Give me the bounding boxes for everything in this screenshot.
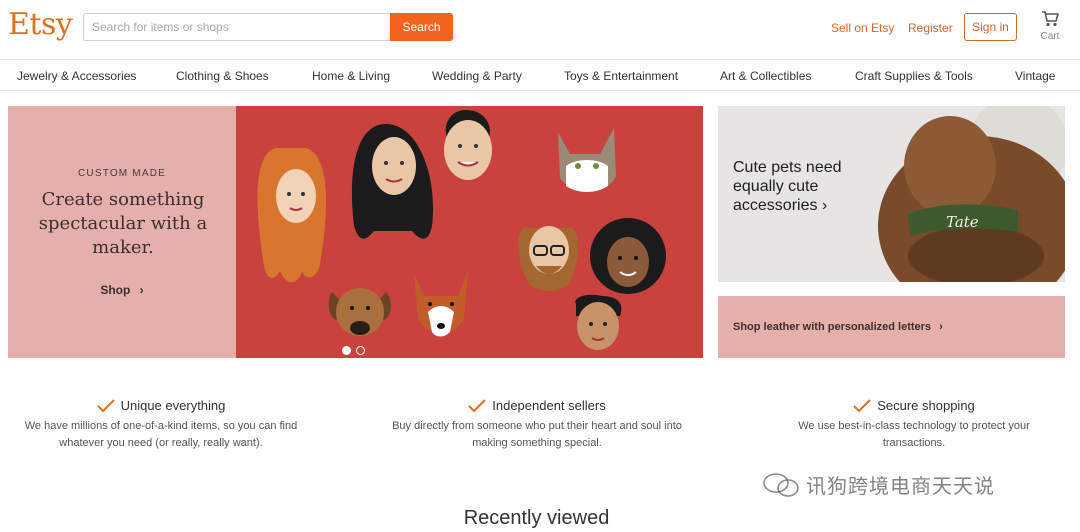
carousel-dot-2[interactable] [356, 346, 365, 355]
cart-label: Cart [1040, 31, 1060, 42]
value-prop-title: Unique everything [120, 398, 226, 413]
pin-man [444, 110, 492, 180]
hero-shop-link[interactable]: Shop › [8, 283, 236, 297]
hero-text-panel: CUSTOM MADE Create something spectacular… [8, 106, 236, 358]
etsy-logo[interactable]: Etsy [8, 7, 73, 42]
pin-boy [575, 294, 622, 350]
leather-promo-panel[interactable]: Shop leather with personalized letters › [718, 296, 1065, 358]
carousel-dot-1[interactable] [342, 346, 351, 355]
value-prop-body: We use best-in-class technology to prote… [798, 420, 1030, 449]
hero-shop-label: Shop [100, 283, 131, 297]
checkmark-icon [468, 399, 486, 413]
leather-promo-label: Shop leather with personalized letters [733, 321, 932, 333]
hero-illustration [257, 110, 666, 350]
carousel-dots [342, 342, 370, 358]
value-prop-sellers: Independent sellers Buy directly from so… [392, 398, 682, 452]
value-prop-unique: Unique everything We have millions of on… [16, 398, 306, 452]
category-jewelry[interactable]: Jewelry & Accessories [17, 69, 136, 83]
category-home[interactable]: Home & Living [312, 69, 390, 83]
hero-kicker: CUSTOM MADE [77, 168, 167, 179]
category-craft[interactable]: Craft Supplies & Tools [855, 69, 973, 83]
category-toys[interactable]: Toys & Entertainment [564, 69, 678, 83]
chevron-right-icon: › [139, 283, 144, 297]
pin-bearded-man [518, 226, 579, 291]
pin-redhead-woman [257, 148, 327, 283]
category-vintage[interactable]: Vintage [1015, 69, 1055, 83]
wechat-logo-icon [763, 473, 799, 497]
value-prop-secure: Secure shopping We use best-in-class tec… [769, 398, 1059, 452]
leather-promo-text: Shop leather with personalized letters › [733, 321, 943, 333]
hero-title: Create something spectacular with a make… [38, 189, 208, 258]
register-link[interactable]: Register [908, 21, 953, 35]
category-nav: Jewelry & Accessories Clothing & Shoes H… [0, 59, 1080, 91]
search-input[interactable] [84, 14, 391, 40]
cart-button[interactable]: Cart [1030, 10, 1070, 42]
pin-brown-dog [328, 288, 391, 336]
chevron-right-icon: › [939, 321, 943, 333]
chevron-right-icon: › [821, 197, 828, 214]
category-clothing[interactable]: Clothing & Shoes [176, 69, 269, 83]
pets-promo-text: Cute pets need equally cute accessories … [733, 158, 868, 215]
sell-on-etsy-link[interactable]: Sell on Etsy [831, 21, 894, 35]
search-button[interactable]: Search [390, 13, 453, 41]
checkmark-icon [96, 399, 115, 413]
value-prop-title: Independent sellers [492, 398, 606, 413]
category-art[interactable]: Art & Collectibles [720, 69, 811, 83]
category-wedding[interactable]: Wedding & Party [432, 69, 522, 83]
pin-shiba-dog [414, 270, 468, 337]
cart-icon [1042, 11, 1059, 27]
pets-promo-panel[interactable]: Tate Cute pets need equally cute accesso… [718, 106, 1065, 282]
watermark-text: 讯狗跨境电商天天说 [806, 476, 995, 498]
pin-cat [558, 128, 616, 192]
recently-viewed-heading: Recently viewed [463, 507, 610, 529]
value-prop-title: Secure shopping [877, 398, 975, 413]
sign-in-button[interactable]: Sign in [964, 13, 1017, 41]
site-header: Etsy Search Sell on Etsy Register Sign i… [0, 0, 1080, 58]
search-box[interactable] [83, 13, 391, 41]
checkmark-icon [853, 399, 871, 413]
pin-black-hair-woman [351, 124, 434, 239]
value-prop-body: Buy directly from someone who put their … [392, 420, 682, 449]
collar-name-text: Tate [946, 213, 979, 231]
pin-curly-hair-woman [590, 218, 666, 294]
value-prop-body: We have millions of one-of-a-kind items,… [24, 420, 298, 449]
hero-banner[interactable]: CUSTOM MADE Create something spectacular… [8, 106, 703, 358]
